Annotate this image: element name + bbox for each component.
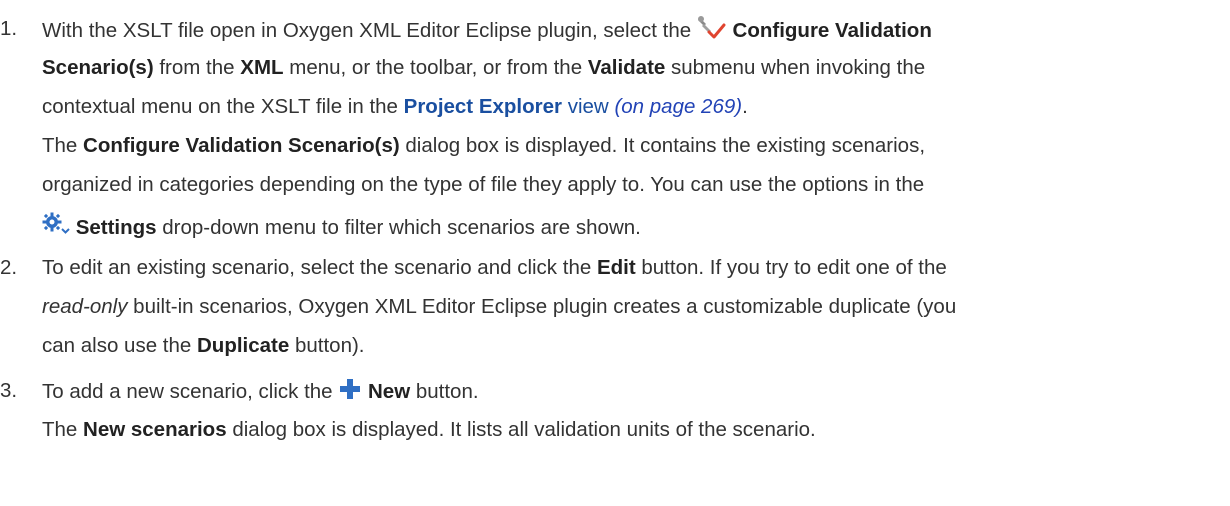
step-text-line: With the XSLT file open in Oxygen XML Ed… — [42, 16, 932, 47]
step-text-line: The New scenarios dialog box is displaye… — [42, 418, 816, 441]
step-number: 2. — [0, 256, 18, 279]
page-reference-link[interactable]: (on page 269) — [614, 95, 742, 118]
settings-gear-icon — [42, 212, 70, 243]
configure-validation-icon — [697, 16, 727, 47]
step-text-line: To add a new scenario, click the New but… — [42, 378, 479, 407]
step-text-line: Settings drop-down menu to filter which … — [42, 212, 641, 243]
document-page: 1. With the XSLT file open in Oxygen XML… — [0, 0, 1230, 506]
step-text-line: read-only built-in scenarios, Oxygen XML… — [42, 295, 957, 318]
step-text-line: Scenario(s) from the XML menu, or the to… — [42, 56, 926, 79]
step-text-line: organized in categories depending on the… — [42, 173, 925, 196]
plus-icon — [338, 378, 362, 407]
step-text-line: can also use the Duplicate button). — [42, 334, 365, 357]
step-text-line: To edit an existing scenario, select the… — [42, 256, 947, 279]
step-text-line: contextual menu on the XSLT file in the … — [42, 95, 748, 118]
step-number: 1. — [0, 17, 18, 40]
view-link[interactable]: view — [568, 95, 609, 118]
project-explorer-link[interactable]: Project Explorer — [404, 95, 562, 118]
step-text-line: The Configure Validation Scenario(s) dia… — [42, 134, 926, 157]
step-number: 3. — [0, 379, 18, 402]
